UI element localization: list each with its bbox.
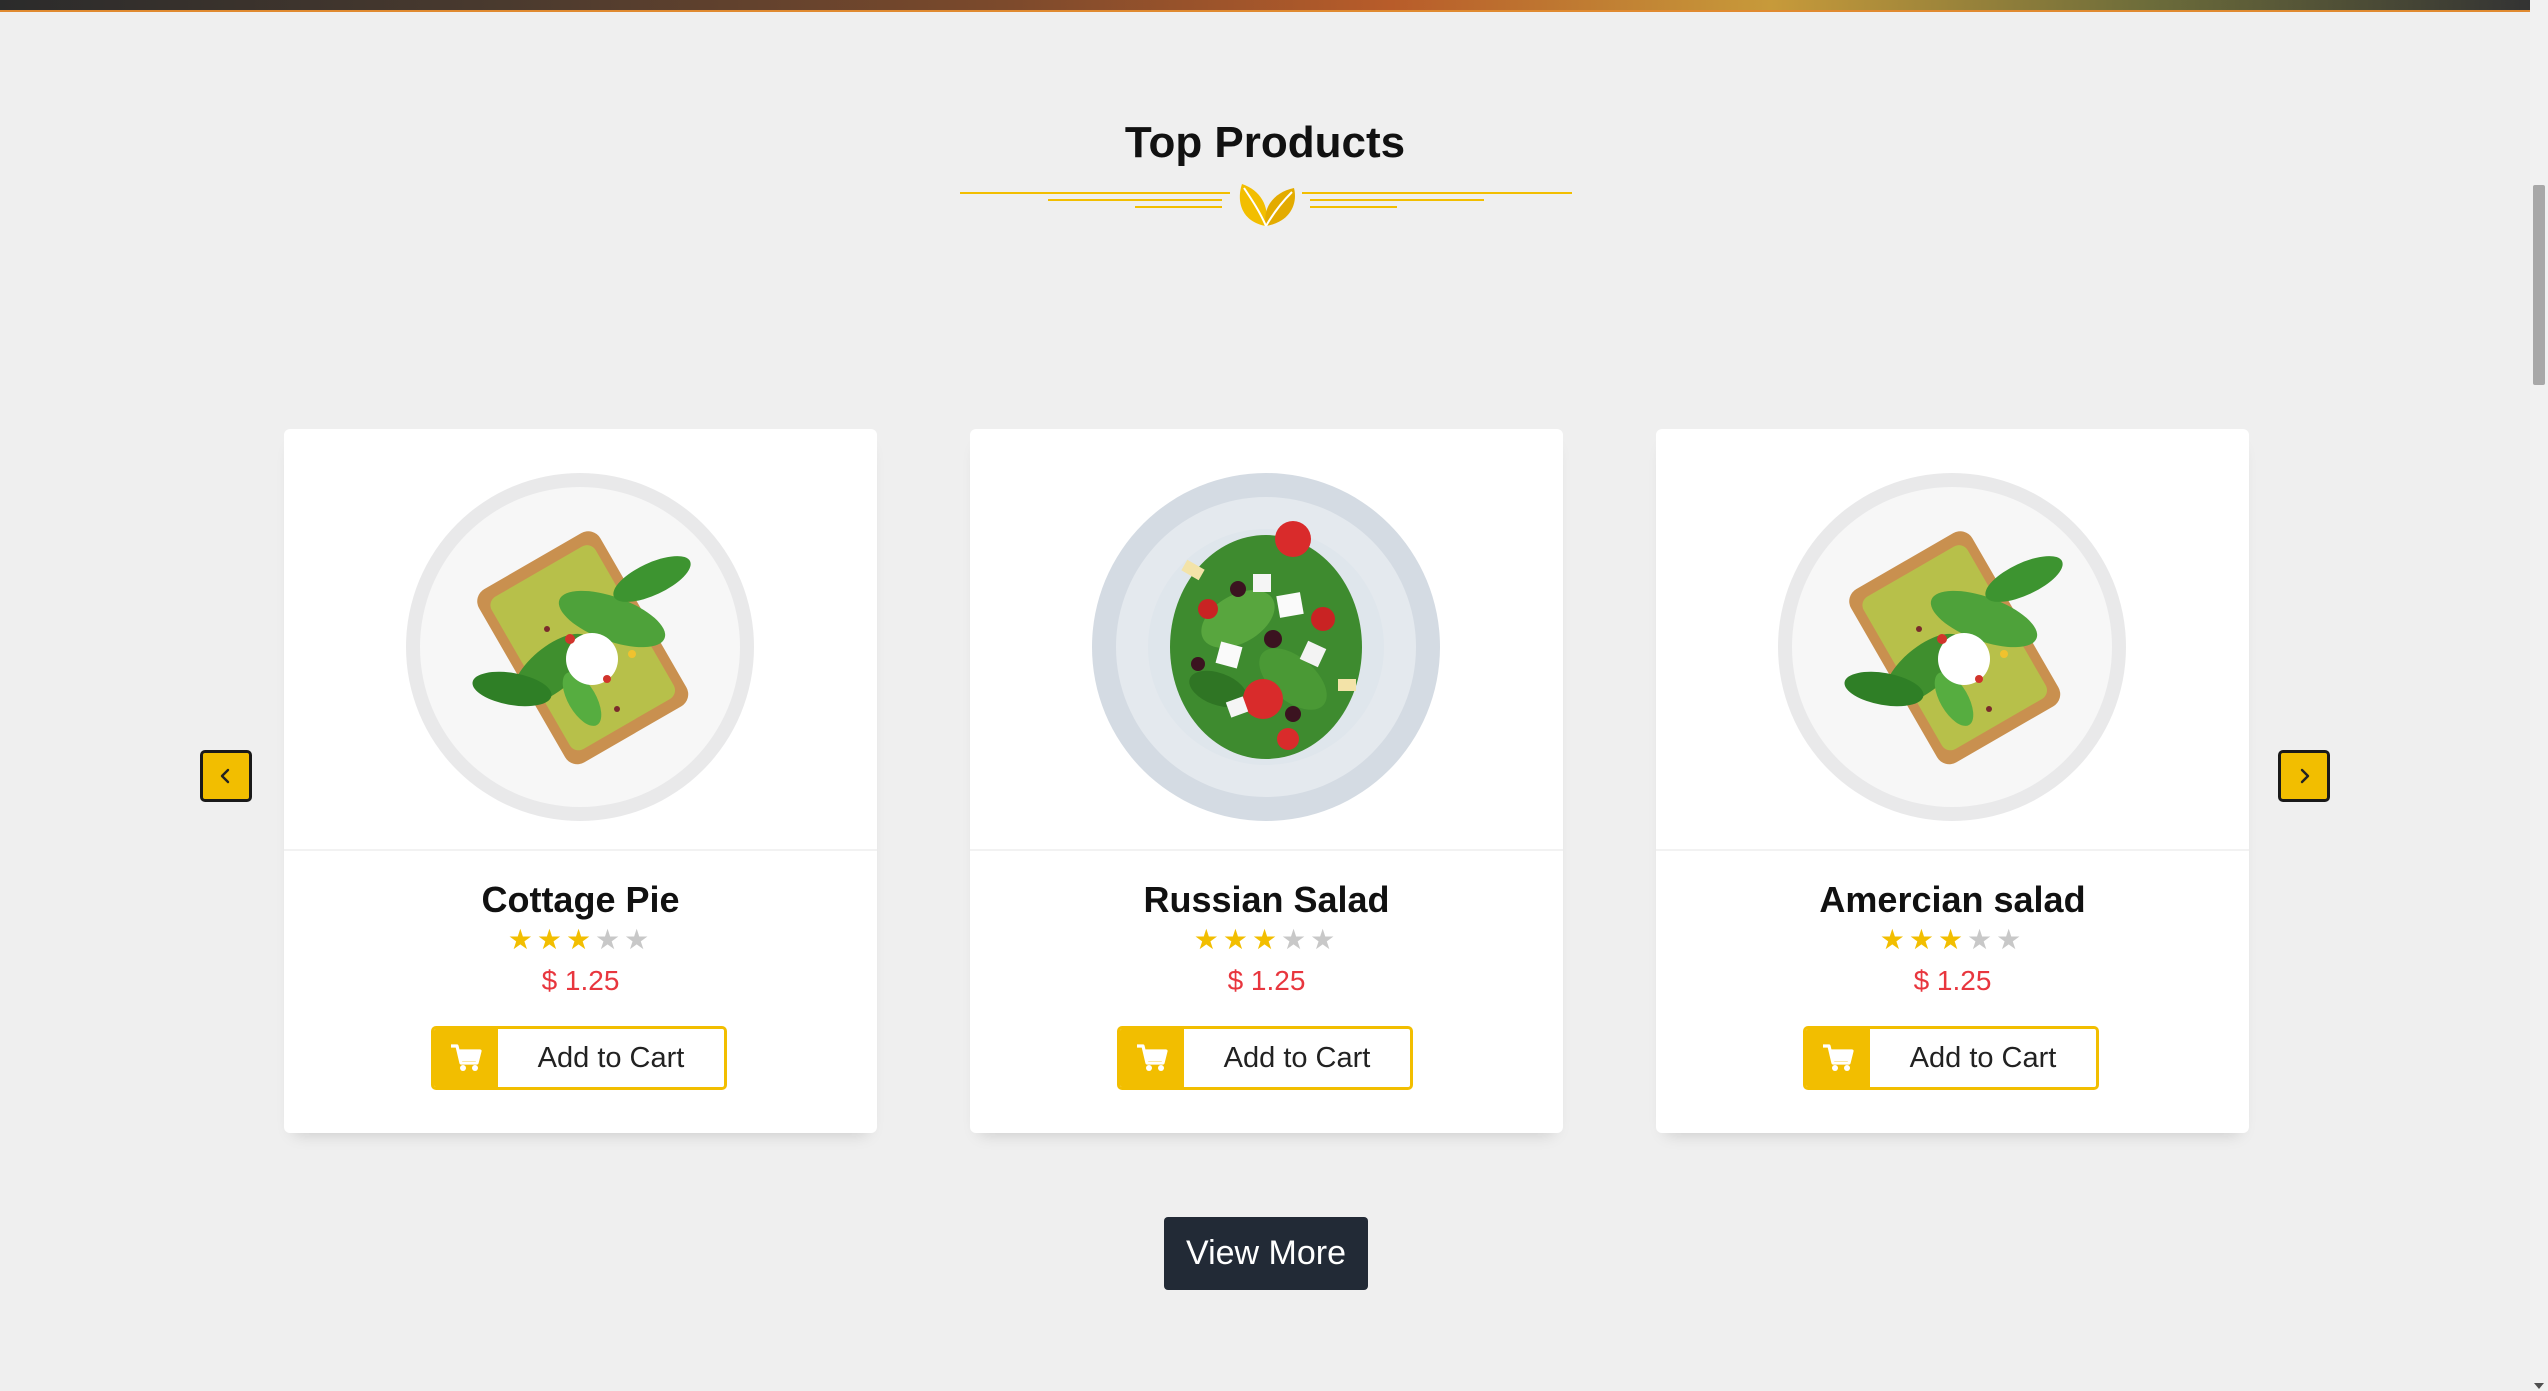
star-rating: ★★★★★ xyxy=(284,926,877,954)
product-name: Amercian salad xyxy=(1819,879,2086,920)
product-name: Cottage Pie xyxy=(481,879,680,920)
star-filled-icon: ★ xyxy=(507,924,537,955)
product-price: $ 1.25 xyxy=(541,965,620,996)
scroll-down-arrow-icon[interactable] xyxy=(2534,1383,2544,1389)
add-to-cart-label: Add to Cart xyxy=(537,1041,685,1074)
star-empty-icon: ★ xyxy=(1281,924,1311,955)
star-filled-icon: ★ xyxy=(536,924,566,955)
star-rating: ★★★★★ xyxy=(1656,926,2249,954)
toast-salad-plate-image xyxy=(1778,473,2126,821)
view-more-button[interactable]: View More xyxy=(1164,1217,1368,1290)
star-rating: ★★★★★ xyxy=(970,926,1563,954)
star-empty-icon: ★ xyxy=(624,924,654,955)
add-to-cart-label: Add to Cart xyxy=(1223,1041,1371,1074)
cart-icon xyxy=(434,1029,498,1087)
star-empty-icon: ★ xyxy=(595,924,625,955)
product-price: $ 1.25 xyxy=(1227,965,1306,996)
scrollbar-thumb[interactable] xyxy=(2533,185,2545,385)
product-name: Russian Salad xyxy=(1143,879,1390,920)
title-divider-leaf-icon xyxy=(960,178,1572,230)
star-filled-icon: ★ xyxy=(1908,924,1938,955)
carousel-prev-button[interactable] xyxy=(200,750,252,802)
cart-icon xyxy=(1120,1029,1184,1087)
chevron-left-icon xyxy=(220,768,230,784)
product-card[interactable]: Amercian salad ★★★★★ $ 1.25 Add to Cart xyxy=(1656,429,2249,1133)
top-header-strip xyxy=(0,0,2530,12)
chevron-right-icon xyxy=(2300,768,2310,784)
add-to-cart-button[interactable]: Add to Cart xyxy=(1117,1026,1413,1090)
star-empty-icon: ★ xyxy=(1996,924,2026,955)
cart-icon xyxy=(1806,1029,1870,1087)
product-card[interactable]: Cottage Pie ★★★★★ $ 1.25 Add to Cart xyxy=(284,429,877,1133)
star-filled-icon: ★ xyxy=(1937,924,1968,955)
product-card[interactable]: Russian Salad ★★★★★ $ 1.25 Add to Cart xyxy=(970,429,1563,1133)
star-filled-icon: ★ xyxy=(1222,924,1252,955)
star-filled-icon: ★ xyxy=(1879,924,1909,955)
star-filled-icon: ★ xyxy=(1251,924,1282,955)
star-empty-icon: ★ xyxy=(1310,924,1340,955)
add-to-cart-button[interactable]: Add to Cart xyxy=(1803,1026,2099,1090)
star-filled-icon: ★ xyxy=(565,924,596,955)
product-image[interactable] xyxy=(1656,429,2249,851)
add-to-cart-button[interactable]: Add to Cart xyxy=(431,1026,727,1090)
add-to-cart-label: Add to Cart xyxy=(1909,1041,2057,1074)
toast-salad-plate-image xyxy=(406,473,754,821)
section-title: Top Products xyxy=(1124,118,1406,167)
product-image[interactable] xyxy=(970,429,1563,851)
product-price: $ 1.25 xyxy=(1913,965,1992,996)
product-image[interactable] xyxy=(284,429,877,851)
star-filled-icon: ★ xyxy=(1193,924,1223,955)
star-empty-icon: ★ xyxy=(1967,924,1997,955)
carousel-next-button[interactable] xyxy=(2278,750,2330,802)
page-scrollbar[interactable] xyxy=(2530,0,2548,1391)
greek-salad-plate-image xyxy=(1092,473,1440,821)
